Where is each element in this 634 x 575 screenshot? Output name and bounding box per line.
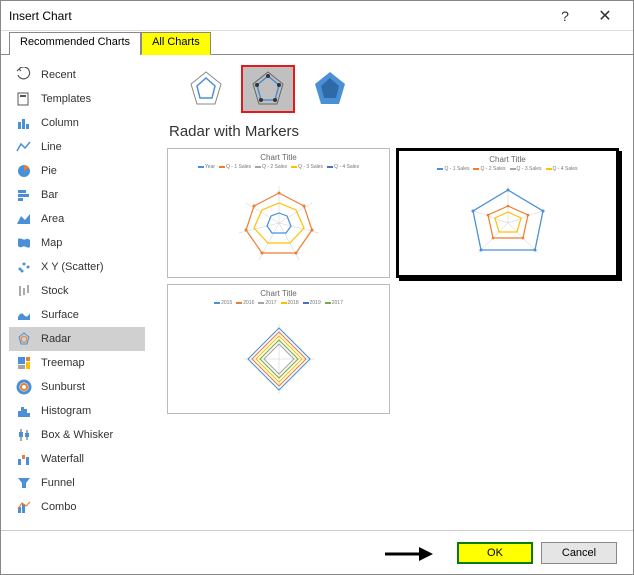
preview-3[interactable]: Chart Title 2015 2016 2017 2018 2019 201… xyxy=(167,284,390,414)
sidebar-item-waterfall[interactable]: Waterfall xyxy=(9,447,145,471)
recent-icon xyxy=(15,66,33,84)
dialog-body: Recent Templates Column Line Pie Bar xyxy=(1,55,633,530)
templates-icon xyxy=(15,90,33,108)
funnel-icon xyxy=(15,474,33,492)
sidebar-item-pie[interactable]: Pie xyxy=(9,159,145,183)
tab-all-charts[interactable]: All Charts xyxy=(141,32,211,55)
area-icon xyxy=(15,210,33,228)
sidebar-item-scatter[interactable]: X Y (Scatter) xyxy=(9,255,145,279)
sidebar-item-label: Line xyxy=(41,141,62,153)
preview-grid: Chart Title Year Q - 1 Sales Q - 2 Sales… xyxy=(167,148,619,414)
sidebar-item-column[interactable]: Column xyxy=(9,111,145,135)
subtype-radar-markers[interactable] xyxy=(241,65,295,113)
sidebar-item-funnel[interactable]: Funnel xyxy=(9,471,145,495)
sidebar-item-map[interactable]: Map xyxy=(9,231,145,255)
insert-chart-dialog: Insert Chart ? ✕ Recommended Charts All … xyxy=(0,0,634,575)
tab-recommended[interactable]: Recommended Charts xyxy=(9,32,141,55)
sidebar-item-label: Combo xyxy=(41,501,76,513)
close-button[interactable]: ✕ xyxy=(585,2,625,30)
sidebar-item-label: X Y (Scatter) xyxy=(41,261,104,273)
preview-title: Chart Title xyxy=(489,155,525,164)
sidebar-item-label: Radar xyxy=(41,333,71,345)
sidebar-item-label: Stock xyxy=(41,285,69,297)
subtype-radar-filled[interactable] xyxy=(303,65,357,113)
preview-legend: 2015 2016 2017 2018 2019 2017 xyxy=(214,300,343,306)
sidebar-item-sunburst[interactable]: Sunburst xyxy=(9,375,145,399)
sidebar-item-label: Waterfall xyxy=(41,453,84,465)
subtype-row xyxy=(179,65,619,113)
surface-icon xyxy=(15,306,33,324)
titlebar: Insert Chart ? ✕ xyxy=(1,1,633,31)
sidebar-item-radar[interactable]: Radar xyxy=(9,327,145,351)
sidebar-item-label: Map xyxy=(41,237,62,249)
column-icon xyxy=(15,114,33,132)
radar-icon xyxy=(15,330,33,348)
sidebar-item-histogram[interactable]: Histogram xyxy=(9,399,145,423)
preview-title: Chart Title xyxy=(260,289,296,298)
map-icon xyxy=(15,234,33,252)
subtype-title: Radar with Markers xyxy=(169,123,619,140)
bar-icon xyxy=(15,186,33,204)
treemap-icon xyxy=(15,354,33,372)
waterfall-icon xyxy=(15,450,33,468)
sidebar-item-boxwhisker[interactable]: Box & Whisker xyxy=(9,423,145,447)
sidebar-item-combo[interactable]: Combo xyxy=(9,495,145,519)
ok-button[interactable]: OK xyxy=(457,542,533,564)
line-icon xyxy=(15,138,33,156)
sidebar-item-stock[interactable]: Stock xyxy=(9,279,145,303)
dialog-footer: OK Cancel xyxy=(1,530,633,574)
preview-chart xyxy=(224,308,334,409)
preview-legend: Q - 1 Sales Q - 2 Sales Q - 3 Sales Q - … xyxy=(437,166,577,172)
help-button[interactable]: ? xyxy=(545,2,585,30)
sidebar-item-label: Surface xyxy=(41,309,79,321)
sidebar-item-label: Bar xyxy=(41,189,58,201)
stock-icon xyxy=(15,282,33,300)
boxwhisker-icon xyxy=(15,426,33,444)
preview-chart xyxy=(224,172,334,273)
preview-chart xyxy=(453,174,563,271)
sunburst-icon xyxy=(15,378,33,396)
cancel-button[interactable]: Cancel xyxy=(541,542,617,564)
dialog-title: Insert Chart xyxy=(9,9,545,23)
sidebar-item-label: Funnel xyxy=(41,477,75,489)
scatter-icon xyxy=(15,258,33,276)
arrow-annotation xyxy=(383,545,433,568)
sidebar-item-recent[interactable]: Recent xyxy=(9,63,145,87)
sidebar-item-label: Treemap xyxy=(41,357,85,369)
sidebar-item-treemap[interactable]: Treemap xyxy=(9,351,145,375)
chart-category-sidebar: Recent Templates Column Line Pie Bar xyxy=(1,55,153,530)
sidebar-item-label: Box & Whisker xyxy=(41,429,113,441)
sidebar-item-line[interactable]: Line xyxy=(9,135,145,159)
sidebar-item-label: Area xyxy=(41,213,64,225)
sidebar-item-label: Column xyxy=(41,117,79,129)
subtype-radar[interactable] xyxy=(179,65,233,113)
sidebar-item-label: Pie xyxy=(41,165,57,177)
sidebar-item-label: Recent xyxy=(41,69,76,81)
sidebar-item-surface[interactable]: Surface xyxy=(9,303,145,327)
preview-1[interactable]: Chart Title Year Q - 1 Sales Q - 2 Sales… xyxy=(167,148,390,278)
sidebar-item-area[interactable]: Area xyxy=(9,207,145,231)
pie-icon xyxy=(15,162,33,180)
sidebar-item-label: Histogram xyxy=(41,405,91,417)
combo-icon xyxy=(15,498,33,516)
sidebar-item-label: Sunburst xyxy=(41,381,85,393)
histogram-icon xyxy=(15,402,33,420)
sidebar-item-templates[interactable]: Templates xyxy=(9,87,145,111)
preview-2[interactable]: Chart Title Q - 1 Sales Q - 2 Sales Q - … xyxy=(396,148,619,278)
sidebar-item-label: Templates xyxy=(41,93,91,105)
preview-title: Chart Title xyxy=(260,153,296,162)
preview-legend: Year Q - 1 Sales Q - 2 Sales Q - 3 Sales… xyxy=(198,164,359,170)
sidebar-item-bar[interactable]: Bar xyxy=(9,183,145,207)
tab-strip: Recommended Charts All Charts xyxy=(1,31,633,55)
main-panel: Radar with Markers Chart Title Year Q - … xyxy=(153,55,633,530)
